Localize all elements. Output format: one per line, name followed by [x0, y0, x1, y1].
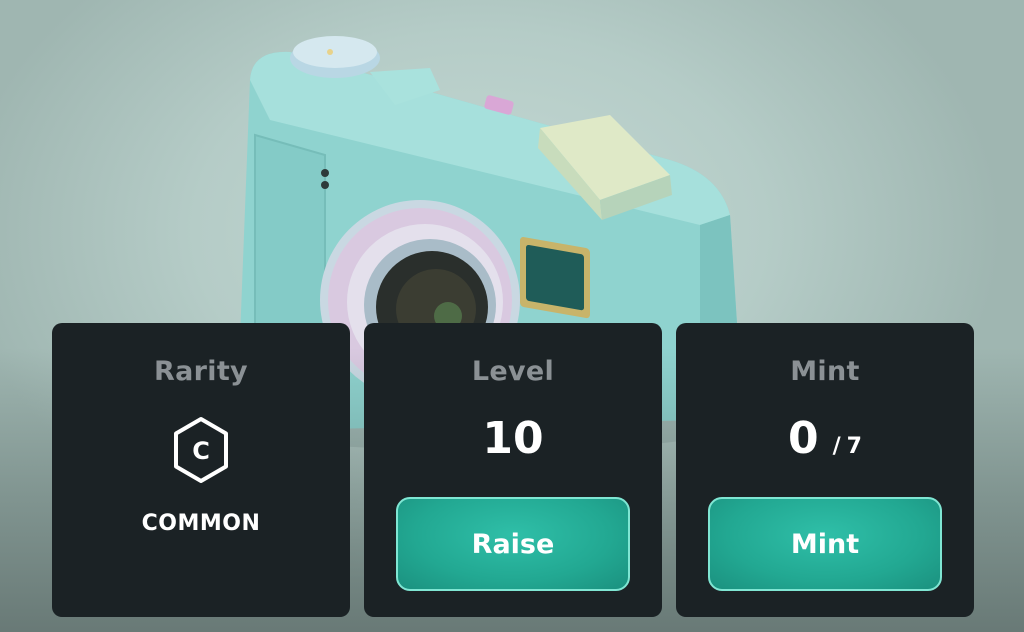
rarity-value: COMMON — [141, 511, 261, 536]
rarity-badge-letter: C — [192, 437, 210, 465]
mint-current: 0 — [788, 413, 819, 464]
mint-count: 0 / 7 — [788, 409, 862, 469]
rarity-title: Rarity — [154, 356, 248, 387]
raise-button[interactable]: Raise — [396, 497, 630, 591]
mint-title: Mint — [790, 356, 860, 387]
rarity-card: Rarity C COMMON — [52, 323, 350, 617]
mint-max: 7 — [846, 434, 862, 459]
level-value: 10 — [482, 413, 544, 464]
hexagon-c-icon: C — [174, 417, 228, 483]
mint-button[interactable]: Mint — [708, 497, 942, 591]
level-card: Level 10 Raise — [364, 323, 662, 617]
mint-separator: / — [832, 434, 841, 459]
level-title: Level — [471, 356, 555, 387]
mint-card: Mint 0 / 7 Mint — [676, 323, 974, 617]
